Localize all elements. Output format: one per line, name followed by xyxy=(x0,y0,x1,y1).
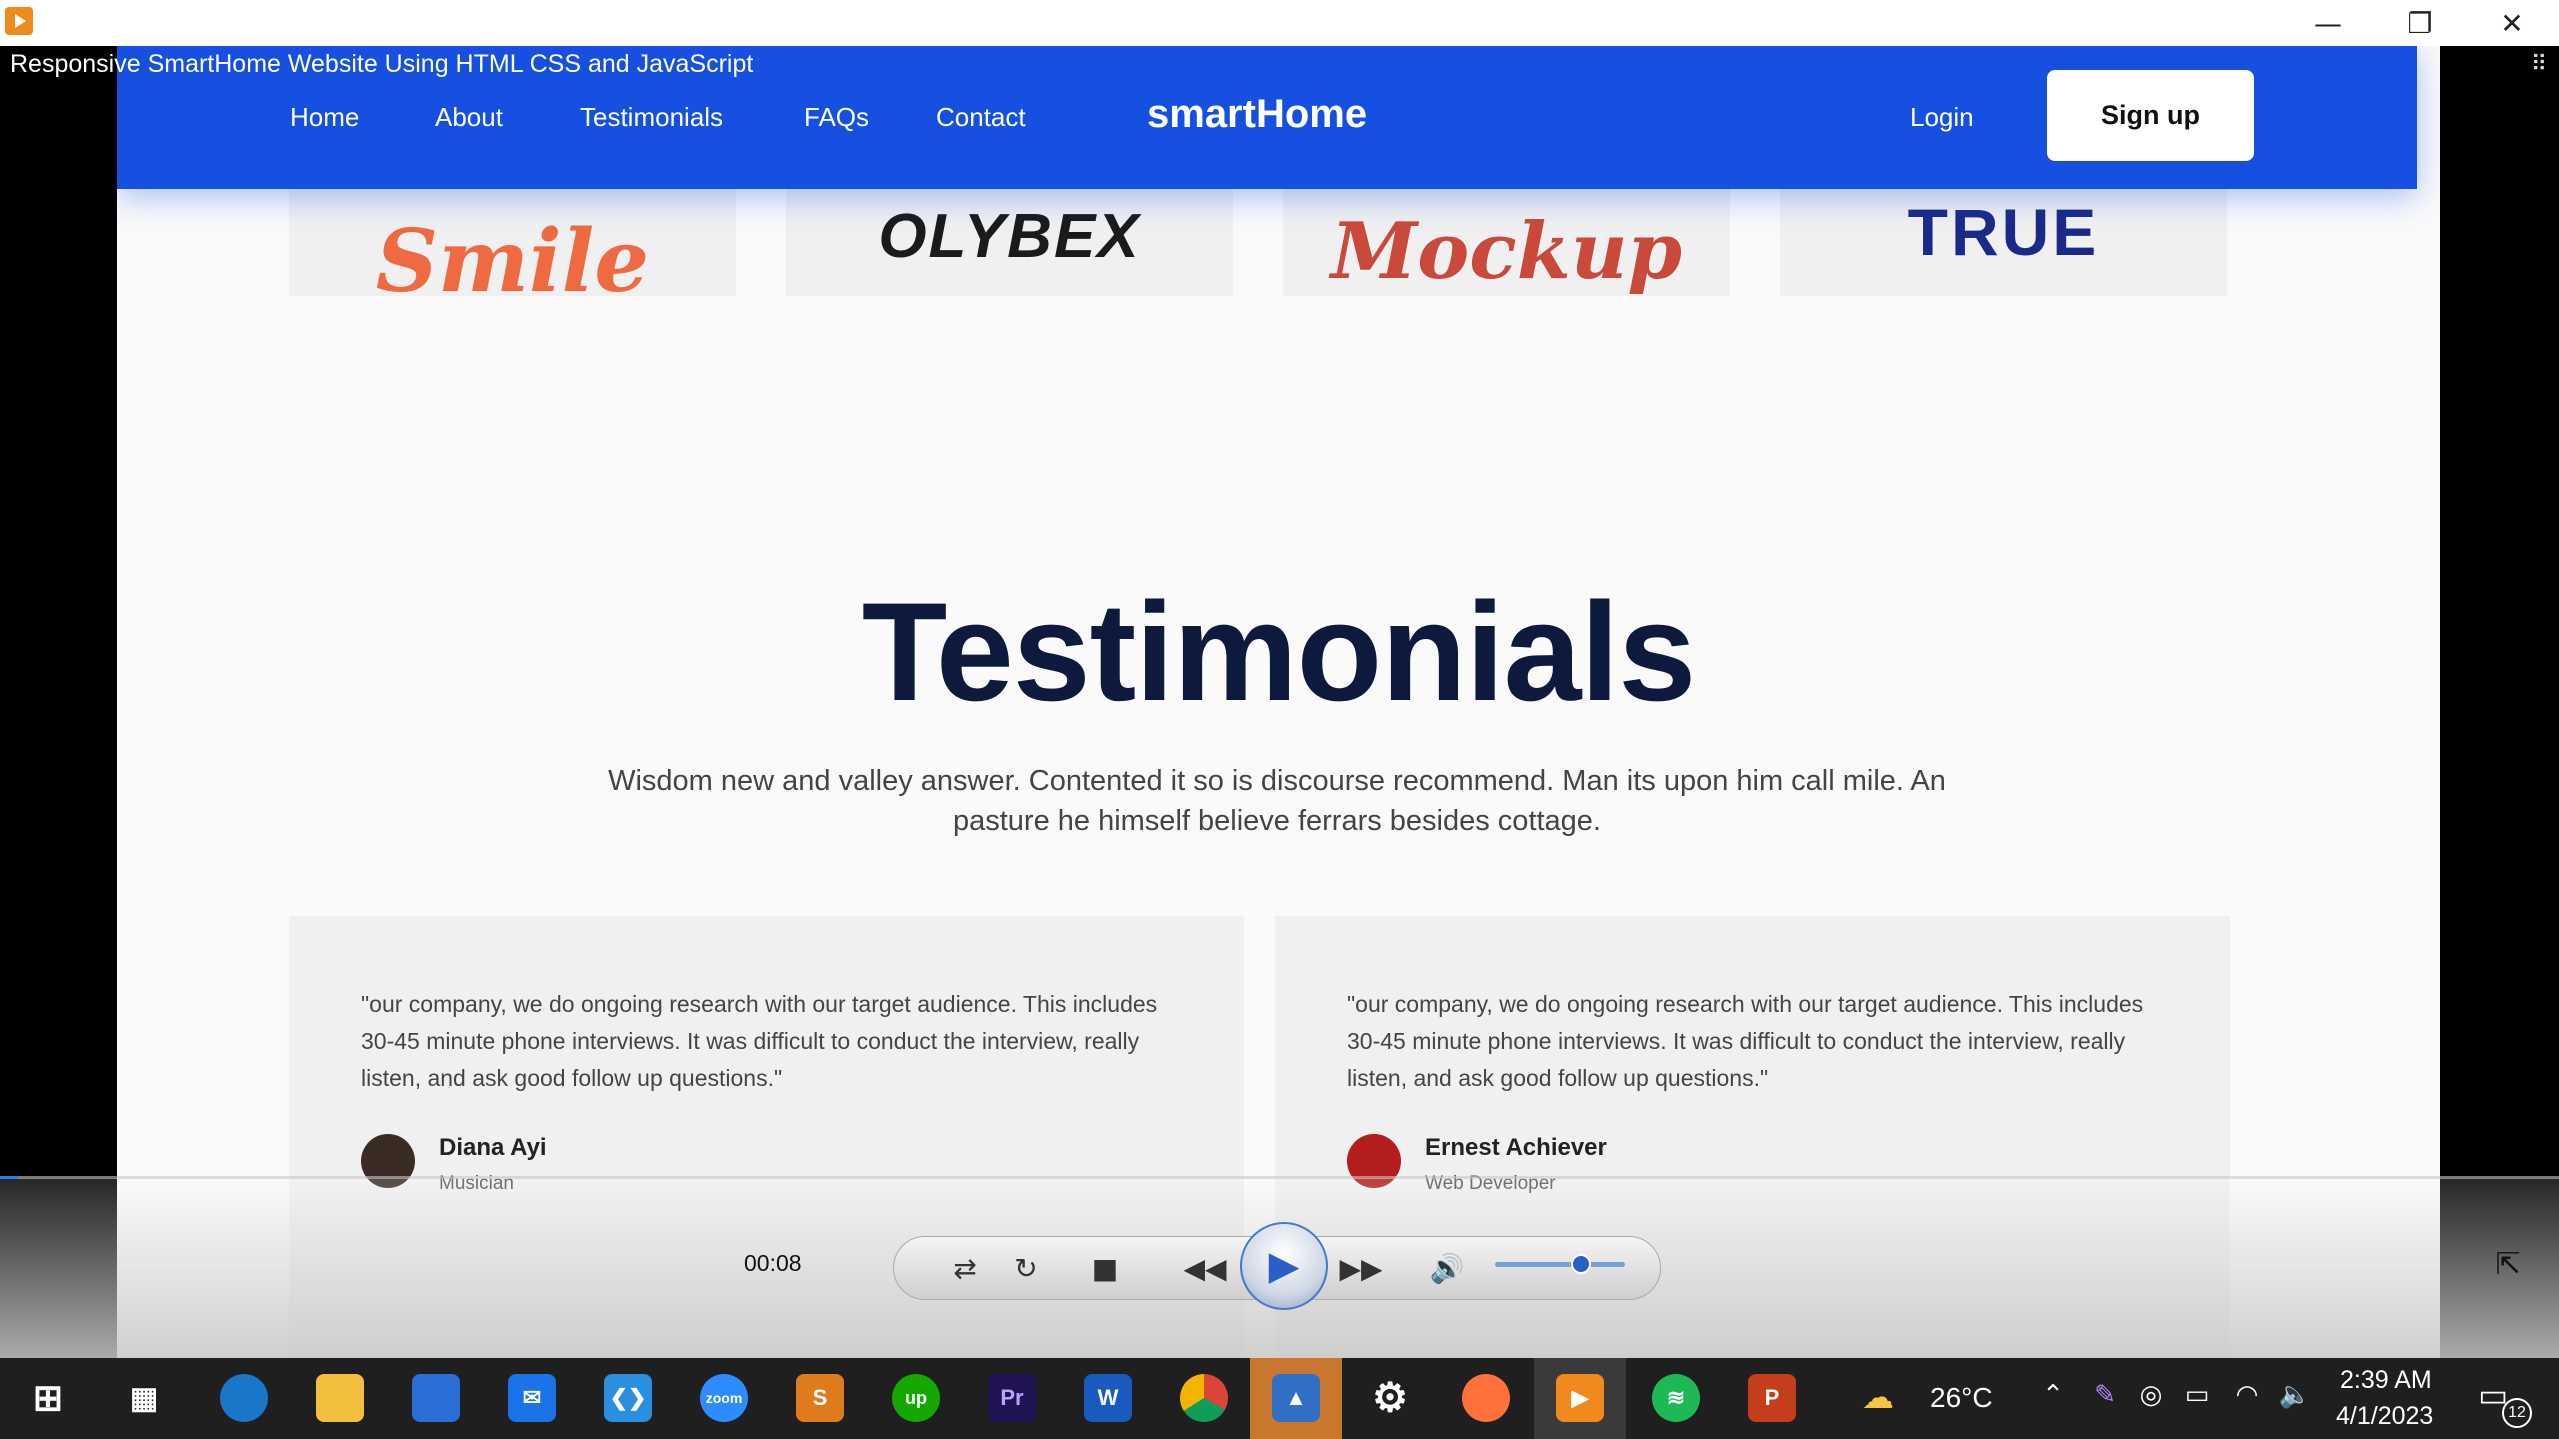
start-menu-icon[interactable]: ⊞ xyxy=(24,1374,72,1422)
chevron-up-icon[interactable]: ⌃ xyxy=(2036,1380,2070,1410)
testimonials-heading: Testimonials xyxy=(861,573,1696,730)
clock-time[interactable]: 2:39 AM xyxy=(2340,1366,2432,1395)
mail-icon[interactable]: ✉ xyxy=(508,1374,556,1422)
playback-time: 00:08 xyxy=(744,1250,802,1276)
ab-repeat-icon[interactable]: ⇄ xyxy=(943,1246,987,1290)
website-frame: Home About Testimonials FAQs Contact sma… xyxy=(117,46,2440,1358)
pen-icon[interactable]: ✎ xyxy=(2088,1380,2122,1410)
partner-logo-mockup: Mockup xyxy=(1330,206,1683,296)
repeat-icon[interactable]: ↻ xyxy=(1004,1246,1048,1290)
weather-temperature[interactable]: 26°C xyxy=(1930,1382,1993,1414)
wifi-icon[interactable]: ◠ xyxy=(2230,1380,2264,1410)
testimonials-description: Wisdom new and valley answer. Contented … xyxy=(608,765,1946,837)
login-link[interactable]: Login xyxy=(1910,102,1974,133)
file-explorer-icon[interactable] xyxy=(316,1374,364,1422)
close-button[interactable]: ✕ xyxy=(2466,0,2558,46)
site-brand-logo[interactable]: smartHome xyxy=(1147,92,1367,137)
chrome-icon[interactable] xyxy=(1180,1374,1228,1422)
fullscreen-icon[interactable]: ⇱ xyxy=(2488,1244,2528,1284)
premiere-pro-icon[interactable]: Pr xyxy=(988,1374,1036,1422)
seek-bar-progress xyxy=(0,1176,18,1179)
nav-link-about[interactable]: About xyxy=(435,102,503,133)
spotify-icon[interactable]: ≋ xyxy=(1652,1374,1700,1422)
photos-icon[interactable]: ▲ xyxy=(1272,1374,1320,1422)
word-icon[interactable]: W xyxy=(1084,1374,1132,1422)
seek-bar[interactable] xyxy=(0,1176,2559,1179)
minimize-button[interactable]: — xyxy=(2282,0,2374,46)
upwork-icon[interactable]: up xyxy=(892,1374,940,1422)
testimonial-author-name: Ernest Achiever xyxy=(1425,1134,1607,1161)
partner-logo-smile: Smile xyxy=(375,211,650,296)
nav-link-faqs[interactable]: FAQs xyxy=(804,102,869,133)
partner-logo-olybex: OLYBEX xyxy=(878,202,1141,271)
sublime-text-icon[interactable]: S xyxy=(796,1374,844,1422)
video-title: Responsive SmartHome Website Using HTML … xyxy=(10,50,754,78)
grid-icon[interactable]: ⠿ xyxy=(2531,52,2547,77)
notification-count-badge: 12 xyxy=(2502,1398,2532,1428)
weather-cloud-icon[interactable]: ☁ xyxy=(1862,1378,1918,1418)
maximize-button[interactable]: ❐ xyxy=(2374,0,2466,46)
windows-taskbar: ⊞ ▦ ✉ ❮❯ zoom S up Pr W ▲ ⚙ ▶ ≋ P ☁ 26°C… xyxy=(0,1358,2559,1439)
task-view-icon[interactable]: ▦ xyxy=(120,1374,168,1422)
volume-slider-handle[interactable] xyxy=(1570,1254,1591,1274)
testimonial-author-name: Diana Ayi xyxy=(439,1134,547,1161)
nav-link-home[interactable]: Home xyxy=(290,102,359,133)
nav-link-testimonials[interactable]: Testimonials xyxy=(580,102,723,133)
testimonial-quote: "our company, we do ongoing research wit… xyxy=(1347,991,2144,1091)
volume-slider[interactable] xyxy=(1495,1262,1625,1267)
stop-icon[interactable]: ■ xyxy=(1083,1246,1127,1290)
meet-now-icon[interactable]: ◎ xyxy=(2134,1380,2168,1410)
nav-link-contact[interactable]: Contact xyxy=(936,102,1026,133)
clock-date[interactable]: 4/1/2023 xyxy=(2336,1402,2433,1431)
zoom-icon[interactable]: zoom xyxy=(700,1374,748,1422)
fast-forward-icon[interactable]: ▶▶ xyxy=(1326,1246,1396,1290)
media-player-icon[interactable]: ▶ xyxy=(1556,1374,1604,1422)
volume-icon[interactable]: 🔊 xyxy=(1425,1246,1469,1290)
firefox-icon[interactable] xyxy=(1462,1374,1510,1422)
rewind-icon[interactable]: ◀◀ xyxy=(1170,1246,1240,1290)
edge-icon[interactable] xyxy=(220,1374,268,1422)
battery-icon[interactable]: ▭ xyxy=(2180,1380,2214,1410)
video-canvas[interactable]: Responsive SmartHome Website Using HTML … xyxy=(0,46,2559,1358)
partner-logo-true: TRUE xyxy=(1907,195,2100,269)
speaker-icon[interactable]: 🔈 xyxy=(2278,1380,2312,1410)
signup-button[interactable]: Sign up xyxy=(2047,70,2254,161)
media-player-app-icon xyxy=(5,7,33,35)
play-button[interactable]: ▶ xyxy=(1240,1222,1328,1310)
microsoft-store-icon[interactable] xyxy=(412,1374,460,1422)
testimonial-quote: "our company, we do ongoing research wit… xyxy=(361,991,1158,1091)
window-titlebar: — ❐ ✕ xyxy=(0,0,2559,46)
vscode-icon[interactable]: ❮❯ xyxy=(604,1374,652,1422)
settings-icon[interactable]: ⚙ xyxy=(1366,1374,1414,1422)
powerpoint-icon[interactable]: P xyxy=(1748,1374,1796,1422)
